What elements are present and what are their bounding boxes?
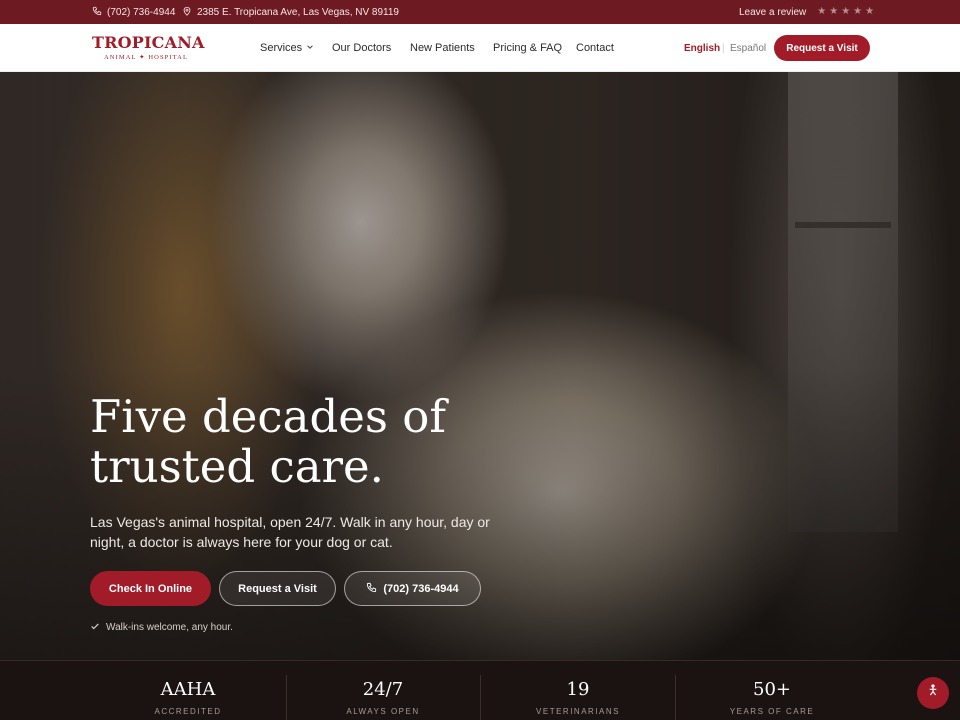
hero-headline-line-2: trusted care. <box>90 440 384 493</box>
stat-years-of-care: 50+ YEARS OF CARE <box>675 661 869 720</box>
stat-value: 24/7 <box>362 679 404 700</box>
stat-veterinarians: 19 VETERINARIANS <box>481 661 675 720</box>
nav-contact[interactable]: Contact <box>576 24 614 72</box>
star-icon: ★ <box>829 6 839 17</box>
stat-value: 19 <box>566 679 590 700</box>
star-icon: ★ <box>817 6 827 17</box>
topbar-phone-link[interactable]: (702) 736-4944 <box>92 0 175 24</box>
leave-review-link[interactable]: Leave a review ★ ★ ★ ★ ★ <box>739 0 874 24</box>
star-icon: ★ <box>853 6 863 17</box>
nav-services[interactable]: Services <box>260 24 314 72</box>
language-english[interactable]: English <box>684 24 720 72</box>
phone-icon <box>366 582 377 596</box>
chevron-down-icon <box>302 42 314 54</box>
nav-services-label: Services <box>260 42 303 54</box>
hero-subtext: Las Vegas's animal hospital, open 24/7. … <box>90 514 490 550</box>
leave-review-label: Leave a review <box>739 6 807 18</box>
hero-headline: Five decades of trusted care. <box>90 392 510 492</box>
stats-strip: AAHA ACCREDITED 24/7 ALWAYS OPEN 19 VETE… <box>0 660 960 720</box>
nav-pricing-faq[interactable]: Pricing & FAQ <box>493 24 562 72</box>
check-icon <box>90 621 100 634</box>
stat-label: VETERINARIANS <box>536 707 620 716</box>
check-in-online-label: Check In Online <box>108 582 193 595</box>
site-logo[interactable]: TROPICANA ANIMAL ✦ HOSPITAL <box>92 33 204 63</box>
stat-value: 50+ <box>753 679 791 700</box>
rating-stars: ★ ★ ★ ★ ★ <box>817 7 874 17</box>
hero-headline-line-1: Five decades of <box>90 390 447 443</box>
accessibility-button[interactable] <box>917 677 949 709</box>
stat-accredited: AAHA ACCREDITED <box>91 661 285 720</box>
top-info-bar: (702) 736-4944 2385 E. Tropicana Ave, La… <box>0 0 960 24</box>
hero-request-visit-label: Request a Visit <box>238 582 317 595</box>
phone-icon <box>92 6 102 19</box>
walk-in-note: Walk-ins welcome, any hour. <box>90 620 233 634</box>
star-icon: ★ <box>841 6 851 17</box>
hero-call-label: (702) 736-4944 <box>383 582 459 595</box>
nav-our-doctors[interactable]: Our Doctors <box>332 24 391 72</box>
hero-call-button[interactable]: (702) 736-4944 <box>344 571 481 606</box>
topbar-address-link[interactable]: 2385 E. Tropicana Ave, Las Vegas, NV 891… <box>182 0 399 24</box>
accessibility-icon <box>925 683 941 704</box>
topbar-address-text: 2385 E. Tropicana Ave, Las Vegas, NV 891… <box>197 6 399 18</box>
stat-label: ACCREDITED <box>154 707 222 716</box>
walk-in-note-text: Walk-ins welcome, any hour. <box>106 621 233 633</box>
star-icon: ★ <box>865 6 875 17</box>
logo-name: TROPICANA <box>92 33 205 52</box>
stat-value: AAHA <box>160 679 216 700</box>
check-in-online-button[interactable]: Check In Online <box>90 571 211 606</box>
nav-new-patients[interactable]: New Patients <box>410 24 475 72</box>
logo-subtitle: ANIMAL ✦ HOSPITAL <box>104 54 189 61</box>
language-spanish[interactable]: Español <box>730 24 766 72</box>
language-divider: | <box>722 42 725 54</box>
map-pin-icon <box>182 6 192 19</box>
stat-always-open: 24/7 ALWAYS OPEN <box>286 661 480 720</box>
request-visit-button[interactable]: Request a Visit <box>774 35 870 61</box>
stat-label: ALWAYS OPEN <box>346 707 420 716</box>
stat-label: YEARS OF CARE <box>729 707 815 716</box>
site-header: TROPICANA ANIMAL ✦ HOSPITAL Services Our… <box>0 24 960 72</box>
hero-request-visit-button[interactable]: Request a Visit <box>219 571 336 606</box>
topbar-phone-text: (702) 736-4944 <box>107 6 176 18</box>
